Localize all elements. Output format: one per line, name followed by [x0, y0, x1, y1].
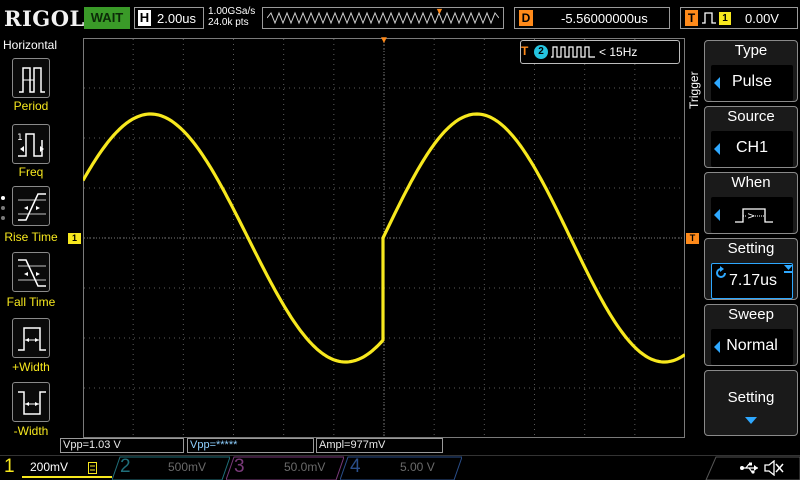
- memory-overview-bar: ▼: [262, 7, 504, 29]
- right-menu-title: Trigger: [687, 71, 701, 109]
- menu-page-indicator: [1, 196, 5, 226]
- trigger-sweep-label: Sweep: [728, 306, 774, 323]
- pulse-width-greater-icon: >: [735, 208, 773, 223]
- ch2-number: 2: [120, 456, 131, 477]
- trigger-channel-badge: 2: [534, 45, 548, 59]
- rise-time-button[interactable]: [12, 186, 50, 226]
- trigger-position-marker-icon: ▼: [379, 35, 389, 46]
- ch2-scale: 500mV: [168, 460, 207, 474]
- waveform-display[interactable]: [83, 38, 685, 438]
- pulse-train-icon: [551, 46, 595, 58]
- trigger-source-value-box: CH1: [711, 131, 793, 167]
- trigger-width-value-box: 7.17us: [711, 263, 793, 299]
- delay-box[interactable]: D -5.56000000us: [514, 7, 670, 29]
- pulse-trigger-icon: [702, 12, 716, 24]
- ch3-number: 3: [234, 456, 245, 477]
- trigger-more-setting-label: Setting: [727, 389, 775, 406]
- trigger-when-label: When: [731, 174, 771, 191]
- frequency-icon: 1: [17, 133, 44, 157]
- trigger-type-value-box: Pulse: [711, 65, 793, 101]
- trigger-source-value: CH1: [735, 139, 768, 156]
- trigger-width-value: 7.17us: [728, 272, 778, 289]
- ch4-status[interactable]: 4 5.00 V: [346, 456, 458, 480]
- ch1-number: 1: [4, 456, 15, 477]
- ch1-coupling-icon: [88, 462, 97, 474]
- svg-text:1: 1: [17, 133, 23, 143]
- trigger-source-badge: 1: [719, 12, 731, 25]
- ch4-scale: 5.00 V: [400, 460, 435, 474]
- memory-waveform-icon: [267, 11, 499, 25]
- rise-time-label: Rise Time: [4, 230, 58, 244]
- trigger-sweep-value-box: Normal: [711, 329, 793, 365]
- memory-trigger-marker-icon: ▼: [435, 6, 444, 16]
- ch3-status[interactable]: 3 50.0mV: [230, 456, 342, 480]
- trigger-sweep-option[interactable]: Sweep Normal: [704, 304, 798, 366]
- trigger-width-setting-option[interactable]: Setting 7.17us: [704, 238, 798, 300]
- positive-width-label: +Width: [12, 360, 50, 374]
- channel-status-bar: 1 200mV 2 500mV 3 50.0mV 4 5.00 V: [0, 455, 800, 480]
- brand-logo: RIGOL: [4, 6, 85, 31]
- period-icon: [19, 67, 45, 93]
- trigger-type-option[interactable]: Type Pulse: [704, 40, 798, 102]
- negative-width-icon: [18, 391, 46, 415]
- measurement-vpp-1[interactable]: Vpp=1.03 V: [60, 438, 184, 453]
- trigger-type-value: Pulse: [731, 73, 773, 90]
- timebase-value: 2.00us: [157, 11, 197, 26]
- measurement-vpp-2[interactable]: Vpp=*****: [187, 438, 314, 453]
- frequency-button[interactable]: 1: [12, 124, 50, 164]
- period-button[interactable]: [12, 58, 50, 98]
- speaker-mute-icon[interactable]: [764, 460, 784, 476]
- run-status-badge[interactable]: WAIT: [84, 7, 130, 29]
- left-menu-title: Horizontal: [3, 38, 58, 52]
- left-arrow-icon: [714, 209, 720, 221]
- frequency-label: Freq: [18, 165, 44, 179]
- negative-width-button[interactable]: [12, 382, 50, 422]
- trigger-when-value-box: >: [711, 197, 793, 233]
- trigger-more-setting-option[interactable]: Setting: [704, 370, 798, 436]
- trigger-sweep-value: Normal: [726, 337, 778, 354]
- svg-text:>: >: [747, 211, 755, 222]
- ch1-status[interactable]: 1 200mV: [0, 456, 118, 480]
- period-label: Period: [13, 99, 49, 113]
- horizontal-timebase-box[interactable]: H 2.00us: [134, 7, 204, 29]
- trigger-source-option[interactable]: Source CH1: [704, 106, 798, 168]
- chevron-down-icon: [745, 417, 757, 424]
- trigger-width-setting-label: Setting: [727, 240, 775, 257]
- ch3-scale: 50.0mV: [284, 460, 326, 474]
- delay-letter: D: [519, 10, 533, 26]
- positive-width-icon: [18, 327, 46, 351]
- trigger-when-option[interactable]: When >: [704, 172, 798, 234]
- horizontal-letter: H: [138, 10, 151, 26]
- fall-time-label: Fall Time: [6, 295, 56, 309]
- trigger-level: 0.00V: [745, 11, 779, 26]
- ch1-scale: 200mV: [30, 460, 69, 474]
- trigger-condition-text: < 15Hz: [599, 45, 638, 59]
- ch2-status[interactable]: 2 500mV: [116, 456, 228, 480]
- memory-depth: 24.0k pts: [208, 17, 249, 28]
- usb-icon: [740, 462, 758, 474]
- trigger-level-marker[interactable]: T: [686, 233, 699, 244]
- ch4-number: 4: [350, 456, 361, 477]
- trigger-type-label: Type: [734, 42, 768, 59]
- sample-rate: 1.00GSa/s: [208, 6, 256, 17]
- horizontal-measure-panel: Horizontal Period 1 Freq Rise Time Fall …: [0, 36, 62, 454]
- fall-time-button[interactable]: [12, 252, 50, 292]
- ch1-offset-marker[interactable]: 1: [68, 233, 81, 244]
- trigger-status-box[interactable]: T 1 0.00V: [680, 7, 798, 29]
- negative-width-label: -Width: [13, 424, 49, 438]
- top-status-bar: RIGOL WAIT H 2.00us 1.00GSa/s 24.0k pts …: [0, 0, 800, 36]
- fall-time-icon: [18, 259, 46, 287]
- trigger-letter: T: [685, 10, 698, 26]
- trigger-t-icon: T: [521, 44, 529, 58]
- positive-width-button[interactable]: [12, 318, 50, 358]
- measurement-amplitude[interactable]: Ampl=977mV: [316, 438, 443, 453]
- rise-time-icon: [18, 193, 46, 221]
- trigger-source-label: Source: [727, 108, 775, 125]
- delay-value: -5.56000000us: [561, 11, 648, 26]
- trigger-condition-readout: T 2 < 15Hz: [520, 40, 680, 64]
